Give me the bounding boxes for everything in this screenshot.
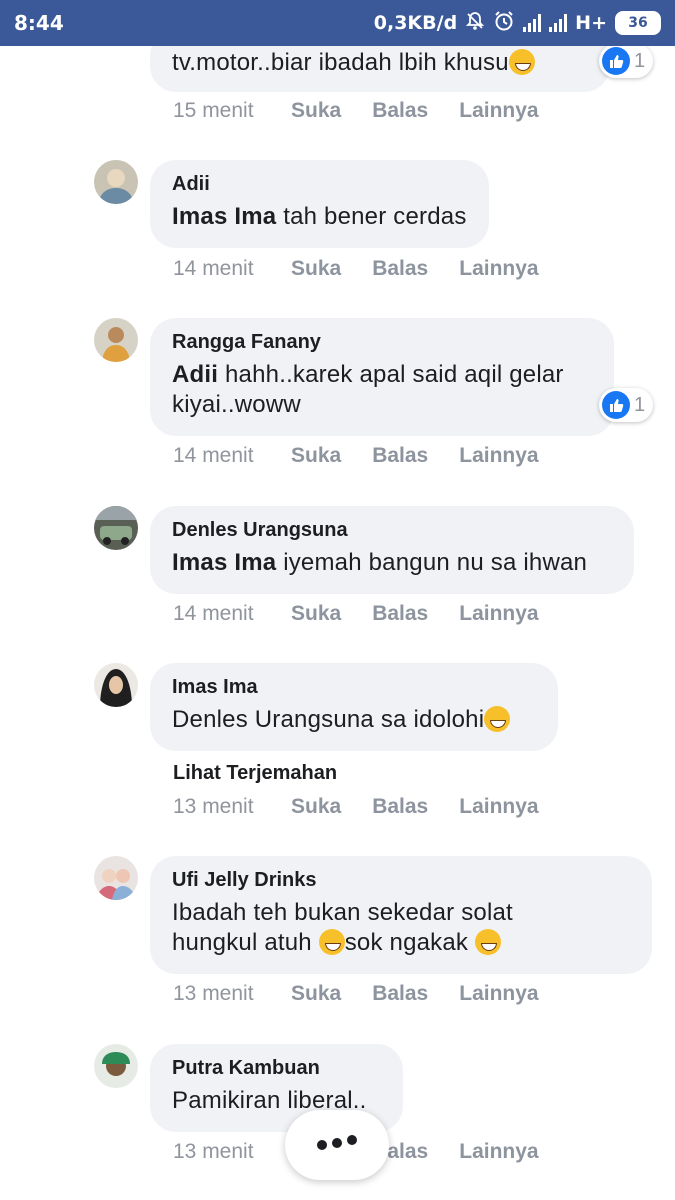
comment-actions: 13 menit Suka Balas Lainnya <box>173 982 570 1006</box>
comment-text: Denles Urangsuna sa idolohi <box>172 705 536 735</box>
comment-actions: 13 menit Suka Balas Lainnya <box>173 795 570 819</box>
comment-text: Adii hahh..karek apal said aqil gelar ki… <box>172 361 564 418</box>
comment-actions: 14 menit Suka Balas Lainnya <box>173 444 570 468</box>
grinning-face-emoji <box>508 49 535 75</box>
reply-button[interactable]: Balas <box>372 982 428 1006</box>
comment-bubble[interactable]: Rangga Fanany Adii hahh..karek apal said… <box>150 318 614 436</box>
comment-time: 15 menit <box>173 99 254 122</box>
avatar[interactable] <box>94 506 138 550</box>
comment-text-line: hungkul atuh sok ngakak <box>172 928 630 958</box>
more-dots-icon <box>313 1133 361 1158</box>
more-button[interactable]: Lainnya <box>459 982 538 1006</box>
like-button[interactable]: Suka <box>291 795 341 819</box>
reaction-count[interactable]: 1 <box>599 388 654 422</box>
comment-author[interactable]: Rangga Fanany <box>172 330 592 354</box>
comment-actions: 14 menit Suka Balas Lainnya <box>173 602 570 626</box>
more-button[interactable]: Lainnya <box>459 99 538 123</box>
comment-author[interactable]: Ufi Jelly Drinks <box>172 868 630 892</box>
comment-text: Ibadah teh bukan sekedar solat hungkul a… <box>172 898 630 958</box>
alarm-icon <box>493 10 515 37</box>
like-button[interactable]: Suka <box>291 602 341 626</box>
reply-button[interactable]: Balas <box>372 602 428 626</box>
comment-author[interactable]: Putra Kambuan <box>172 1056 381 1080</box>
avatar[interactable] <box>94 318 138 362</box>
more-button[interactable]: Lainnya <box>459 602 538 626</box>
battery-icon: 36 <box>615 11 661 35</box>
comment-bubble[interactable]: Imas Ima Denles Urangsuna sa idolohi <box>150 663 558 751</box>
comment-author[interactable]: Denles Urangsuna <box>172 518 612 542</box>
reply-button[interactable]: Balas <box>372 99 428 123</box>
comment-bubble[interactable]: Denles Urangsuna Imas Ima iyemah bangun … <box>150 506 634 594</box>
sweat-smile-emoji <box>484 706 511 732</box>
like-button[interactable]: Suka <box>291 99 341 123</box>
mention-link[interactable]: Adii <box>172 361 218 388</box>
mention-link[interactable]: Imas Ima <box>172 203 276 230</box>
like-reaction-icon <box>602 47 630 75</box>
status-time: 8:44 <box>14 11 64 35</box>
like-button[interactable]: Suka <box>291 257 341 281</box>
reply-button[interactable]: Balas <box>372 444 428 468</box>
like-reaction-icon <box>602 391 630 419</box>
more-options-button[interactable] <box>285 1110 389 1180</box>
reaction-count[interactable]: 1 <box>599 44 654 78</box>
comment-time: 14 menit <box>173 602 254 625</box>
comment-author[interactable]: Imas Ima <box>172 675 536 699</box>
data-rate: 0,3KB/d <box>373 12 458 34</box>
avatar[interactable] <box>94 663 138 707</box>
notification-muted-icon <box>465 11 485 36</box>
joy-emoji <box>318 929 345 955</box>
comment-time: 13 menit <box>173 1140 254 1163</box>
more-button[interactable]: Lainnya <box>459 1140 538 1164</box>
comment-text-line: Ibadah teh bukan sekedar solat <box>172 899 513 926</box>
comment-actions: 14 menit Suka Balas Lainnya <box>173 257 570 281</box>
mention-link[interactable]: Imas Ima <box>172 549 276 576</box>
avatar[interactable] <box>94 856 138 900</box>
joy-emoji <box>475 929 501 955</box>
status-icons: 0,3KB/d H+ 36 <box>374 10 661 37</box>
comment-text: tv.motor..biar ibadah lbih khusu <box>172 48 588 78</box>
more-button[interactable]: Lainnya <box>459 444 538 468</box>
signal-icon <box>523 14 542 32</box>
comment-author[interactable]: Adii <box>172 172 467 196</box>
comment-time: 14 menit <box>173 257 254 280</box>
comment-time: 13 menit <box>173 795 254 818</box>
like-button[interactable]: Suka <box>291 982 341 1006</box>
more-button[interactable]: Lainnya <box>459 795 538 819</box>
comment-text: Imas Ima tah bener cerdas <box>172 203 467 230</box>
signal-icon <box>549 14 568 32</box>
comment-bubble[interactable]: Adii Imas Ima tah bener cerdas <box>150 160 489 248</box>
avatar[interactable] <box>94 160 138 204</box>
comment-text: Imas Ima iyemah bangun nu sa ihwan <box>172 549 588 576</box>
status-bar: 8:44 0,3KB/d H+ 36 <box>0 0 675 46</box>
comment-actions: 15 menit Suka Balas Lainnya <box>173 99 570 123</box>
network-type: H+ <box>575 12 607 34</box>
avatar[interactable] <box>94 1044 138 1088</box>
see-translation-link[interactable]: Lihat Terjemahan <box>173 762 337 785</box>
comment-bubble[interactable]: Ufi Jelly Drinks Ibadah teh bukan sekeda… <box>150 856 652 974</box>
reply-button[interactable]: Balas <box>372 795 428 819</box>
comment-time: 13 menit <box>173 982 254 1005</box>
like-button[interactable]: Suka <box>291 444 341 468</box>
comment-time: 14 menit <box>173 444 254 467</box>
reply-button[interactable]: Balas <box>372 257 428 281</box>
more-button[interactable]: Lainnya <box>459 257 538 281</box>
